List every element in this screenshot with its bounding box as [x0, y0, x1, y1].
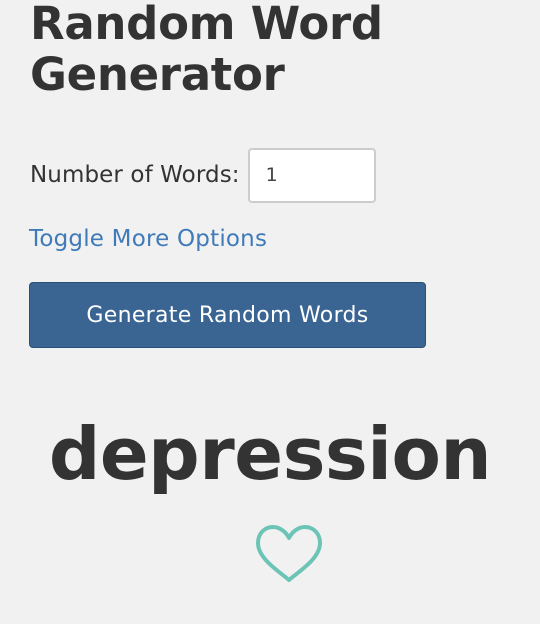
- generated-word: depression: [48, 412, 492, 496]
- word-count-label: Number of Words:: [30, 162, 240, 188]
- heart-outline-icon: [256, 525, 322, 582]
- favorite-heart-button[interactable]: [252, 522, 326, 586]
- toggle-more-options-link[interactable]: Toggle More Options: [29, 226, 267, 252]
- word-count-row: Number of Words:: [30, 146, 376, 204]
- word-count-input[interactable]: [247, 147, 376, 203]
- generate-random-words-button[interactable]: Generate Random Words: [29, 282, 426, 348]
- page-title: Random Word Generator: [30, 0, 383, 101]
